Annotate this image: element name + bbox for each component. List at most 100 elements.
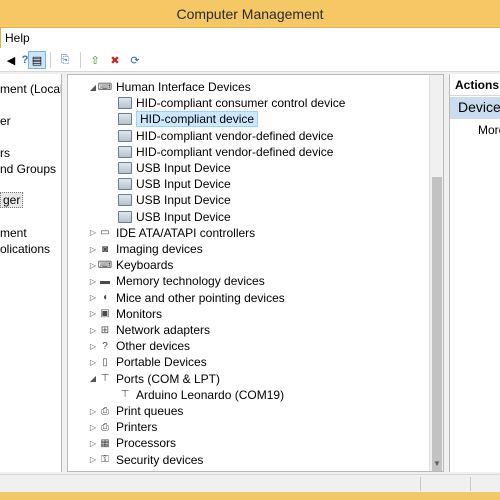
tree-category-row[interactable]: ▷ ▭ IDE ATA/ATAPI controllers [88,225,255,241]
expand-arrow-icon[interactable]: ▷ [88,326,98,335]
expand-arrow-icon[interactable]: ▷ [88,261,98,270]
tree-category-row[interactable]: ▷ ▦ Processors [88,435,176,451]
uninstall-icon[interactable]: ✖ [106,51,124,69]
tree-category-row[interactable]: ▷ ⎙ Print queues [88,403,183,419]
expand-arrow-icon[interactable]: ▷ [88,228,98,237]
menu-bar: Help [0,28,500,48]
tree-item-applications[interactable]: olications [0,242,50,256]
processor-icon: ▦ [100,437,110,449]
tree-row-label: Memory technology devices [116,274,265,289]
printer-icon: ⎙ [101,405,109,417]
scrollbar-thumb[interactable] [432,177,442,471]
expand-arrow-icon[interactable]: ▷ [88,439,98,448]
tree-item-device-manager[interactable]: ger [0,192,24,208]
tree-category-row[interactable]: ◢ ⌨ Human Interface Devices [88,79,251,95]
tree-row-label: System devices [116,469,200,471]
tree-item-groups[interactable]: nd Groups [0,162,56,176]
monitor-icon: ▣ [100,308,110,320]
console-tree: ment (Local) er rs nd Groups ger ment ol… [0,74,62,472]
port-icon: ⊤ [100,373,110,385]
tree-category-row[interactable]: ▷ ▬ Memory technology devices [88,273,265,289]
actions-section-device[interactable]: Device [450,97,500,119]
tree-row-label: Network adapters [116,323,211,337]
tree-row-label: Portable Devices [116,355,207,370]
tree-row-label: IDE ATA/ATAPI controllers [116,225,256,240]
hid-device-icon [118,177,132,191]
tree-device-row[interactable]: HID-compliant vendor-defined device [118,128,333,144]
tree-device-row[interactable]: ⊤ Arduino Leonardo (COM19) [118,387,284,403]
tree-device-row[interactable]: HID-compliant consumer control device [118,95,345,111]
hid-device-icon [118,96,132,110]
hid-device-icon [118,145,132,159]
tree-category-row[interactable]: ▷ ▯ Portable Devices [88,354,207,370]
scan-hardware-icon[interactable]: ⟳ [126,51,144,69]
expand-arrow-icon[interactable]: ▷ [88,407,98,416]
more-actions-link[interactable]: More [478,123,500,137]
tree-item[interactable]: rs [0,146,10,160]
menu-help[interactable]: Help [5,31,30,45]
tree-device-row[interactable]: USB Input Device [118,192,231,208]
tree-category-row[interactable]: ▷▤ System devices [88,468,200,472]
status-separator [420,477,421,491]
expand-arrow-icon[interactable]: ▷ [88,309,98,318]
tree-category-row[interactable]: ▷? Other devices [88,338,190,354]
tree-category-row[interactable]: ▷ ⚿ Security devices [88,452,203,468]
help-icon[interactable]: ⎘ [56,51,74,69]
network-icon: ⊞ [100,324,110,336]
tree-category-row[interactable]: ▷ ⎙ Printers [88,419,157,435]
expand-arrow-icon[interactable]: ▷ [88,455,98,464]
tree-category-row[interactable]: ▷ ⊞ Network adapters [88,322,210,338]
tree-category-row[interactable]: ◢ ⊤ Ports (COM & LPT) [88,371,220,387]
tree-row-label: Processors [116,436,177,451]
scroll-down-icon[interactable]: ▼ [430,457,443,471]
memory-icon: ▬ [100,275,110,287]
portable-device-icon: ▯ [102,356,108,368]
tree-row-label: Security devices [116,452,204,467]
tree-category-row[interactable]: ▷ ◙ Imaging devices [88,241,203,257]
tree-row-label: HID-compliant consumer control device [136,96,346,111]
tree-device-row[interactable]: HID-compliant vendor-defined device [118,144,333,160]
tree-device-row[interactable]: USB Input Device [118,209,231,225]
hid-device-icon [118,129,132,143]
tree-device-row[interactable]: HID-compliant device [118,111,259,128]
update-driver-icon[interactable]: ⇧ [86,51,104,69]
tree-category-row[interactable]: ▷ ▣ Monitors [88,306,162,322]
camera-icon: ◙ [101,243,109,255]
tree-category-row[interactable]: ▷ ⌨ Keyboards [88,257,173,273]
mouse-icon: ◖ [101,292,109,304]
expand-arrow-icon[interactable]: ▷ [88,245,98,254]
expand-arrow-icon[interactable]: ▷ [88,342,98,351]
status-bar [0,474,500,500]
tree-row-label: Human Interface Devices [116,80,251,94]
device-tree[interactable]: ◢ ⌨ Human Interface Devices HID-compliant c… [67,74,444,472]
tree-category-row[interactable]: ▷ ◖ Mice and other pointing devices [88,290,285,306]
collapse-arrow-icon[interactable]: ◢ [88,374,98,383]
tree-row-label: HID-compliant vendor-defined device [136,128,334,143]
tree-row-label: Printers [116,420,158,435]
hid-category-icon: ⌨ [97,81,113,93]
tree-device-row[interactable]: USB Input Device [118,160,231,176]
title-bar[interactable]: Computer Management [0,0,500,28]
show-tree-icon[interactable]: ▤ [28,51,46,69]
toolbar-separator [80,52,81,68]
status-bar-inner [0,474,500,492]
actions-pane: Actions Device More [449,74,500,472]
tree-device-row[interactable]: USB Input Device [118,176,231,192]
tree-item[interactable]: ment [0,226,27,240]
toolbar-separator [50,52,51,68]
expand-arrow-icon[interactable]: ▷ [88,293,98,302]
tree-row-label: Monitors [116,306,163,321]
expand-arrow-icon[interactable]: ▷ [88,471,98,472]
expand-arrow-icon[interactable]: ▷ [88,358,98,367]
expand-arrow-icon[interactable]: ▷ [88,277,98,286]
ide-controller-icon: ▭ [100,227,110,239]
tree-item[interactable]: er [0,114,11,128]
status-separator [470,477,471,491]
vertical-scrollbar[interactable]: ▼ [429,75,443,471]
tree-item-root[interactable]: ment (Local) [0,82,61,96]
tree-row-label: HID-compliant device [136,111,259,128]
hid-device-icon [118,161,132,175]
hid-device-icon [118,210,132,224]
expand-arrow-icon[interactable]: ▷ [88,423,98,432]
collapse-arrow-icon[interactable]: ◢ [88,83,98,92]
